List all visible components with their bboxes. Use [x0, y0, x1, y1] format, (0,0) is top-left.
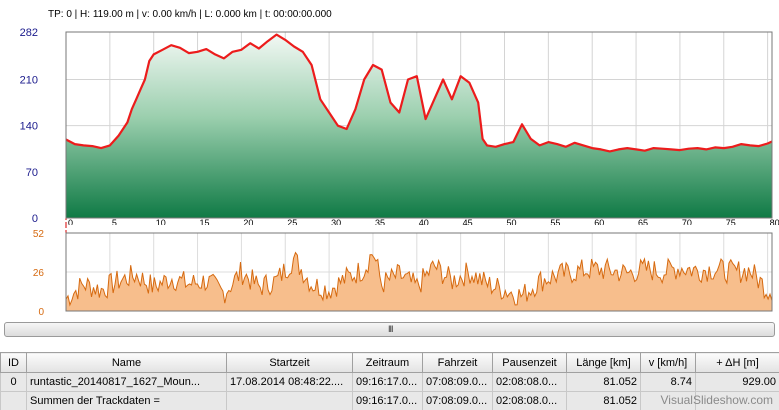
column-header[interactable]: + ΔH [m]	[695, 352, 779, 373]
x-tick-label: 5	[112, 218, 117, 225]
column-header[interactable]: Fahrzeit	[422, 352, 493, 373]
table-cell	[0, 391, 27, 410]
x-tick-label: 45	[463, 218, 473, 225]
column-header[interactable]: Name	[26, 352, 227, 373]
elevation-chart[interactable]: 0 70 140 210 282 0 5 10 15 20 25 30 35 40 45 50 55 60 65 7…	[0, 0, 779, 225]
table-cell: 09:16:17.0...	[352, 391, 423, 410]
x-tick-label: 65	[638, 218, 648, 225]
track-viewer: TP: 0 | H: 119.00 m | v: 0.00 km/h | L: …	[0, 0, 779, 410]
column-header[interactable]: Pausenzeit	[492, 352, 567, 373]
y-tick-label: 140	[20, 121, 38, 133]
table-cell: 81.052	[566, 391, 641, 410]
x-tick-label: 55	[550, 218, 560, 225]
x-tick-label: 70	[682, 218, 692, 225]
column-header[interactable]: Startzeit	[226, 352, 353, 373]
table-cell: 17.08.2014 08:48:22....	[226, 372, 353, 392]
y-tick-label: 0	[32, 213, 38, 225]
table-cell: 07:08:09.0...	[422, 391, 493, 410]
panel-splitter[interactable]: III	[4, 322, 775, 337]
x-tick-label: 30	[331, 218, 341, 225]
table-row[interactable]: 0 runtastic_20140817_1627_Moun... 17.08.…	[0, 372, 779, 392]
watermark-text: VisualSlideshow.com	[660, 393, 773, 407]
column-header[interactable]: ID	[0, 352, 27, 373]
splitter-grip-icon: III	[388, 324, 393, 334]
table-cell: Summen der Trackdaten =	[26, 391, 227, 410]
x-tick-label: 50	[507, 218, 517, 225]
table-cell: runtastic_20140817_1627_Moun...	[26, 372, 227, 392]
x-tick-label: 0	[68, 218, 73, 225]
x-tick-label: 80	[770, 218, 779, 225]
table-cell: 8.74	[640, 372, 696, 392]
y-tick-label: 70	[26, 167, 38, 179]
x-tick-label: 10	[156, 218, 166, 225]
table-header-row: ID Name Startzeit Zeitraum Fahrzeit Paus…	[0, 352, 779, 373]
x-tick-label: 20	[243, 218, 253, 225]
x-tick-label: 15	[200, 218, 210, 225]
table-cell: 02:08:08.0...	[492, 372, 567, 392]
table-cell: 07:08:09.0...	[422, 372, 493, 392]
table-cell: 0	[0, 372, 27, 392]
table-cell: 02:08:08.0...	[492, 391, 567, 410]
y-tick-label: 210	[20, 74, 38, 86]
x-tick-label: 25	[287, 218, 297, 225]
column-header[interactable]: v [km/h]	[640, 352, 696, 373]
column-header[interactable]: Zeitraum	[352, 352, 423, 373]
y-tick-label: 26	[33, 268, 45, 279]
y-tick-label: 52	[33, 229, 45, 240]
speed-chart[interactable]: 0 26 52	[0, 225, 779, 317]
y-tick-label: 0	[38, 307, 44, 317]
table-cell: 81.052	[566, 372, 641, 392]
table-cell: 09:16:17.0...	[352, 372, 423, 392]
x-tick-label: 60	[594, 218, 604, 225]
x-tick-label: 40	[419, 218, 429, 225]
elevation-area	[66, 34, 772, 218]
y-tick-label: 282	[20, 27, 38, 39]
column-header[interactable]: Länge [km]	[566, 352, 641, 373]
table-cell: 929.00	[695, 372, 779, 392]
x-tick-label: 75	[726, 218, 736, 225]
table-cell	[226, 391, 353, 410]
x-tick-label: 35	[375, 218, 385, 225]
speed-area	[66, 252, 772, 311]
